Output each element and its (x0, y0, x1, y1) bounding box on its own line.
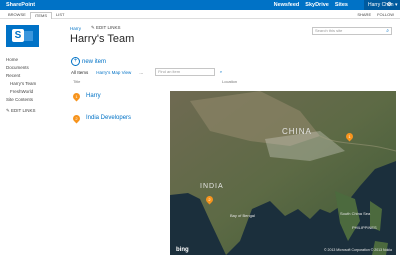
site-logo[interactable]: S (6, 25, 39, 47)
map-label-china: CHINA (282, 127, 312, 136)
ribbon-tabs: BROWSE ITEMS LIST (4, 12, 68, 19)
edit-links-nav[interactable]: ✎ EDIT LINKS (6, 107, 66, 115)
logo-square (23, 31, 33, 41)
new-item-label: new item (82, 58, 107, 65)
find-search-icon[interactable]: ⌕ (220, 69, 222, 74)
suite-bar: SharePoint Newsfeed SkyDrive Sites Harry… (0, 0, 400, 10)
plus-icon: + (71, 57, 80, 66)
edit-links-nav-label: EDIT LINKS (11, 108, 36, 113)
edit-links-label: EDIT LINKS (96, 25, 121, 30)
tab-browse[interactable]: BROWSE (4, 12, 30, 18)
new-item-button[interactable]: + new item (71, 57, 106, 66)
bing-logo: bing (176, 247, 189, 253)
ribbon: BROWSE ITEMS LIST SHARE FOLLOW (0, 10, 400, 19)
search-input[interactable]: Search this site ⌕ (312, 27, 392, 35)
search-icon[interactable]: ⌕ (386, 28, 389, 34)
ribbon-actions: SHARE FOLLOW (357, 12, 394, 17)
map-pin-icon[interactable]: 2 (204, 194, 215, 205)
list-item-title[interactable]: India Developers (86, 115, 131, 121)
user-menu[interactable]: Harry Chen ▾ (364, 0, 400, 10)
list-item[interactable]: 2 India Developers (71, 112, 131, 124)
list-item[interactable]: 1 Harry (71, 90, 101, 102)
breadcrumb: Harry ✎ EDIT LINKS (70, 25, 120, 31)
suite-link-newsfeed[interactable]: Newsfeed (274, 2, 300, 8)
pin-number: 2 (75, 115, 78, 121)
column-header-title[interactable]: Title (73, 79, 80, 84)
breadcrumb-link[interactable]: Harry (70, 26, 81, 31)
follow-button[interactable]: FOLLOW (377, 12, 394, 17)
list-item-title[interactable]: Harry (86, 93, 101, 99)
nav-item-documents[interactable]: Documents (6, 64, 66, 72)
map-label-india: INDIA (200, 183, 224, 190)
column-header-location[interactable]: Location (222, 79, 237, 84)
nav-item-home[interactable]: Home (6, 56, 66, 64)
gear-icon[interactable]: ⚙ (387, 1, 392, 8)
map-label-bay-of-bengal: Bay of Bengal (230, 213, 255, 218)
find-item-input[interactable]: Find an item ⌕ (155, 68, 222, 76)
suite-brand[interactable]: SharePoint (6, 2, 35, 8)
view-map[interactable]: Harry's Map View (96, 70, 131, 75)
suite-link-sites[interactable]: Sites (335, 2, 348, 8)
map-pin-icon: 1 (71, 91, 82, 101)
tab-list[interactable]: LIST (52, 12, 68, 18)
find-placeholder: Find an item (158, 69, 181, 74)
search-placeholder: Search this site (315, 28, 343, 33)
quick-launch: Home Documents Recent Harry's Team Fresh… (6, 56, 66, 115)
share-button[interactable]: SHARE (357, 12, 371, 17)
map-imagery (170, 91, 396, 255)
suite-links: Newsfeed SkyDrive Sites (274, 2, 348, 8)
map-pin-icon[interactable]: 1 (344, 131, 355, 142)
nav-item-freshworld[interactable]: FreshWorld (6, 88, 66, 96)
nav-item-site-contents[interactable]: Site Contents (6, 96, 66, 104)
view-all-items[interactable]: All Items (71, 70, 88, 75)
page-title[interactable]: Harry's Team (70, 33, 134, 45)
map-label-philippines: PHILIPPINES (352, 225, 377, 230)
pin-number: 2 (208, 197, 211, 202)
pin-number: 1 (75, 93, 78, 99)
pin-number: 1 (348, 134, 351, 139)
nav-item-harrys-team[interactable]: Harry's Team (6, 80, 66, 88)
bing-map[interactable]: CHINA INDIA Bay of Bengal South China Se… (170, 91, 396, 255)
map-attribution: © 2013 Microsoft Corporation © 2013 Noki… (324, 248, 392, 252)
map-pin-icon: 2 (71, 113, 82, 123)
suite-link-skydrive[interactable]: SkyDrive (305, 2, 329, 8)
edit-links-top[interactable]: ✎ EDIT LINKS (91, 25, 120, 31)
sharepoint-logo-icon: S (12, 29, 24, 42)
view-more[interactable]: ... (139, 70, 143, 75)
map-label-south-china-sea: South China Sea (340, 211, 371, 216)
nav-item-recent[interactable]: Recent (6, 72, 66, 80)
view-selector: All Items Harry's Map View ... Find an i… (71, 68, 222, 76)
tab-items[interactable]: ITEMS (29, 12, 53, 19)
